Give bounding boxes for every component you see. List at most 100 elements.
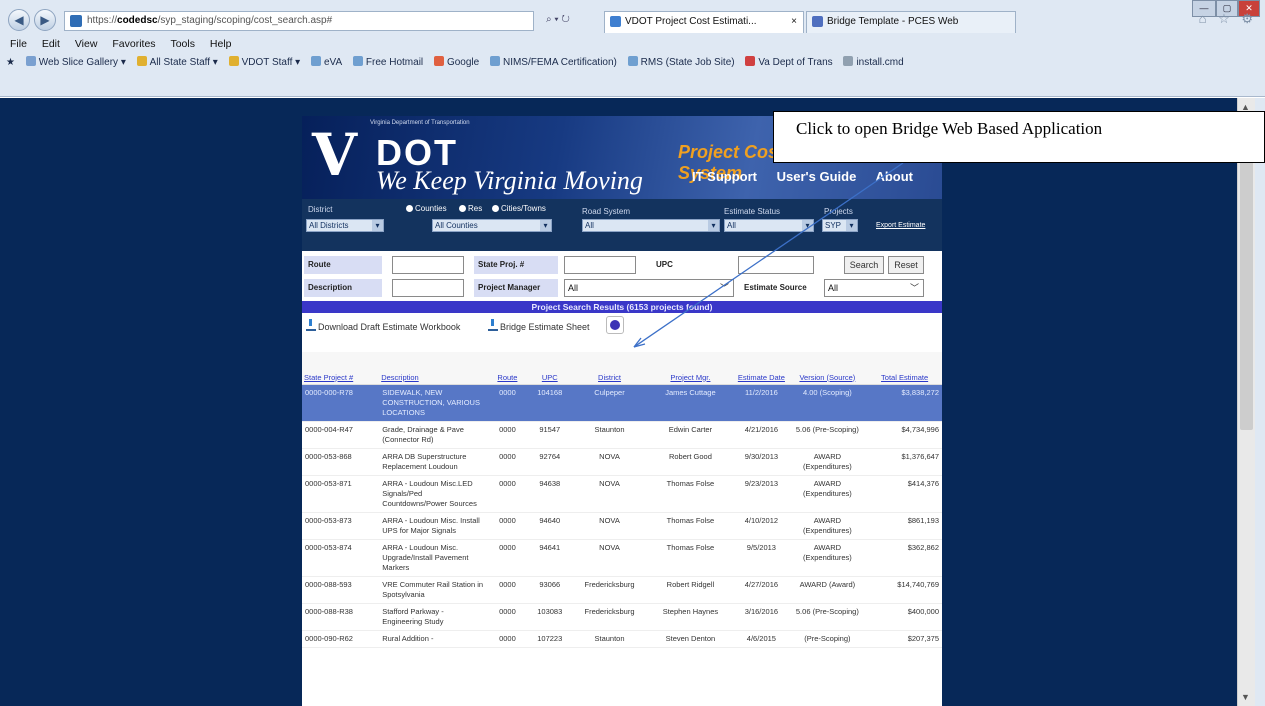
favorite-item[interactable]: VDOT Staff ▾ [228,56,300,68]
table-row[interactable]: 0000-090-R62 Rural Addition -0000 107223 St… [302,630,942,648]
cell: ARRA - Loudoun Misc.LED Signals/Ped Coun… [379,475,489,513]
favorite-item[interactable]: install.cmd [843,56,904,68]
vertical-scrollbar[interactable]: ▲ ▼ [1237,98,1255,706]
project-manager-select[interactable]: All [564,279,734,297]
favorite-icon [489,56,500,66]
bridge-estimate-sheet-button[interactable]: Bridge Estimate Sheet [488,319,590,332]
menu-file[interactable]: File [10,38,27,50]
cell: $414,376 [867,475,942,513]
table-row[interactable]: 0000-088-593 VRE Commuter Rail Station in… [302,576,942,604]
table-row[interactable]: 0000-053-873 ARRA - Loudoun Misc. Install… [302,512,942,540]
download-icon [306,319,316,331]
upc-input[interactable] [738,256,814,274]
favorite-item[interactable]: Google [433,56,479,68]
favorite-icon [745,56,756,66]
cell: 91547 [526,421,574,449]
tagline: We Keep Virginia Moving [376,166,643,195]
cell: Thomas Folse [645,512,736,540]
col-version[interactable]: Version (Source) [787,352,868,385]
about-link[interactable]: About [875,169,913,184]
search-refresh-icon[interactable]: ⌕ ▾ ↻ [546,14,570,25]
url-path: /syp_staging/scoping/cost_search.asp# [157,15,333,26]
scroll-down-icon[interactable]: ▼ [1241,692,1250,702]
bridge-web-app-icon[interactable] [606,316,624,334]
export-estimate-link[interactable]: Export Estimate [876,222,925,229]
menu-edit[interactable]: Edit [42,38,60,50]
tab-vdot-project-cost[interactable]: VDOT Project Cost Estimati... × [604,11,804,33]
col-project-mgr[interactable]: Project Mgr. [645,352,736,385]
cell: 0000 [488,384,527,422]
cell: 5.06 (Pre-Scoping) [787,421,868,449]
menu-tools[interactable]: Tools [170,38,195,50]
projects-select[interactable]: SYP [822,219,858,232]
table-row[interactable]: 0000-000-R78 SIDEWALK, NEW CONSTRUCTION, … [302,384,942,422]
favorites-bar: ★ Web Slice Gallery ▾ All State Staff ▾ … [0,56,1265,76]
road-system-select[interactable]: All [582,219,720,232]
favorites-star-icon[interactable]: ★ [6,57,15,68]
favorite-item[interactable]: Va Dept of Trans [745,56,833,68]
results-header: Project Search Results (6153 projects fo… [302,301,942,313]
filter-bar: District All Districts Counties Res Citi… [302,199,942,251]
favorite-item[interactable]: NIMS/FEMA Certification) [489,56,617,68]
col-district[interactable]: District [573,352,646,385]
col-description[interactable]: Description [379,352,489,385]
search-panel: Route State Proj. # UPC Search Reset Des… [302,251,942,301]
district-label: District [308,205,333,214]
address-bar[interactable]: https://codedsc/syp_staging/scoping/cost… [64,11,534,31]
estimate-source-select[interactable]: All [824,279,924,297]
table-row[interactable]: 0000-053-868 ARRA DB Superstructure Repla… [302,448,942,476]
cell: NOVA [573,475,646,513]
col-upc[interactable]: UPC [526,352,574,385]
state-proj-input[interactable] [564,256,636,274]
scroll-thumb[interactable] [1240,120,1253,430]
cell: ARRA - Loudoun Misc. Install UPS for Maj… [379,512,489,540]
radio-res[interactable]: Res [459,204,482,213]
table-row[interactable]: 0000-053-874 ARRA - Loudoun Misc. Upgrade… [302,539,942,577]
favorite-item[interactable]: Free Hotmail [352,56,423,68]
estimate-status-select[interactable]: All [724,219,814,232]
vdot-logo-v: V [312,121,357,189]
table-row[interactable]: 0000-053-871 ARRA - Loudoun Misc.LED Sign… [302,475,942,513]
col-route[interactable]: Route [488,352,527,385]
district-select[interactable]: All Districts [306,219,384,232]
col-estimate-date[interactable]: Estimate Date [735,352,788,385]
download-draft-button[interactable]: Download Draft Estimate Workbook [306,319,460,332]
forward-icon[interactable]: ▶ [34,9,56,31]
tab-bridge-template[interactable]: Bridge Template - PCES Web [806,11,1016,33]
reset-button[interactable]: Reset [888,256,924,274]
search-button[interactable]: Search [844,256,884,274]
route-input[interactable] [392,256,464,274]
upc-label: UPC [652,256,736,274]
favorite-item[interactable]: eVA [310,56,342,68]
radio-cities-towns[interactable]: Cities/Towns [492,204,546,213]
cell: ARRA DB Superstructure Replacement Loudo… [379,448,489,476]
favorite-item[interactable]: RMS (State Job Site) [627,56,735,68]
tab-close-icon[interactable]: × [791,12,797,32]
home-favorites-tools-icon[interactable]: ⌂ ☆ ⚙ [1199,11,1257,27]
favorite-item[interactable]: All State Staff ▾ [136,56,218,68]
menu-favorites[interactable]: Favorites [112,38,155,50]
cell: AWARD (Expenditures) [787,512,868,540]
cell: 0000-053-874 [302,539,380,577]
back-icon[interactable]: ◀ [8,9,30,31]
page-viewport: Virginia Department of Transportation V … [0,98,1237,706]
cell: 0000-053-873 [302,512,380,540]
results-table: State Project # Description Route UPC Di… [302,352,942,648]
description-input[interactable] [392,279,464,297]
cell: $14,740,769 [867,576,942,604]
cell: 0000-088-R38 [302,603,380,631]
col-total-estimate[interactable]: Total Estimate [867,352,942,385]
col-state-project[interactable]: State Project # [302,352,380,385]
table-row[interactable]: 0000-004-R47 Grade, Drainage & Pave (Conn… [302,421,942,449]
favorite-item[interactable]: Web Slice Gallery ▾ [25,56,126,68]
users-guide-link[interactable]: User's Guide [777,169,857,184]
favorite-icon [627,56,638,66]
radio-counties[interactable]: Counties [406,204,447,213]
results-toolbar: Download Draft Estimate Workbook Bridge … [302,313,942,341]
it-support-link[interactable]: IT Support [692,169,757,184]
county-select[interactable]: All Counties [432,219,552,232]
menu-view[interactable]: View [75,38,98,50]
table-row[interactable]: 0000-088-R38 Stafford Parkway - Engineeri… [302,603,942,631]
menu-help[interactable]: Help [210,38,232,50]
cell: Robert Good [645,448,736,476]
